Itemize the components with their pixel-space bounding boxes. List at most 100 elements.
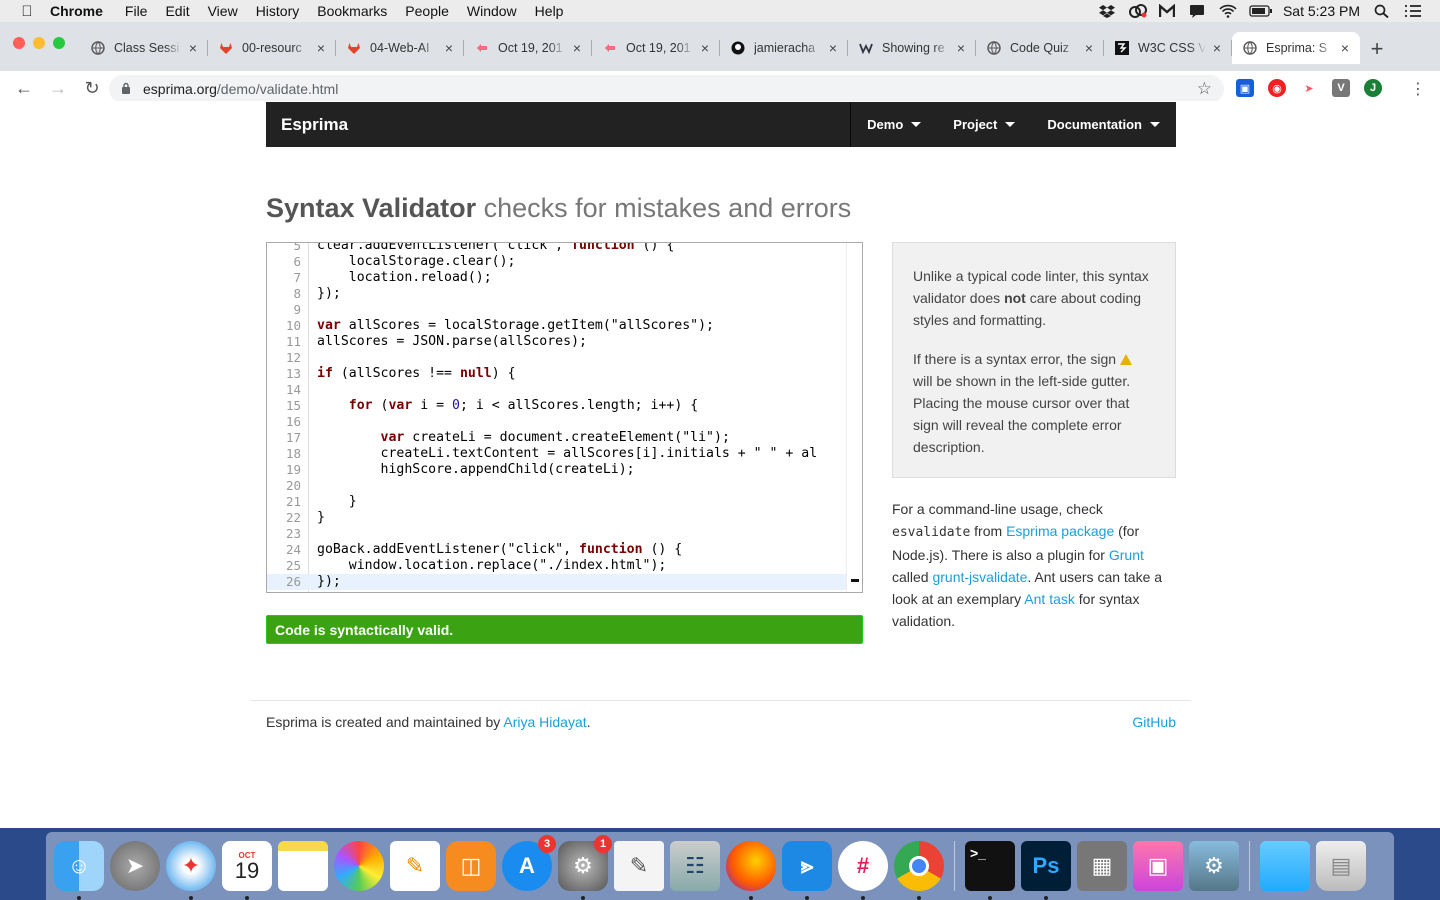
pages-icon[interactable]: ✎ <box>390 841 440 891</box>
menu-bookmarks[interactable]: Bookmarks <box>317 3 387 19</box>
nav-project[interactable]: Project <box>937 102 1031 147</box>
firefox-icon[interactable] <box>726 841 776 900</box>
back-icon[interactable]: ← <box>14 78 34 99</box>
code-line[interactable]: 6 localStorage.clear(); <box>267 254 862 270</box>
vscode-icon[interactable]: ⪢ <box>782 841 832 900</box>
close-tab-icon[interactable]: × <box>314 40 328 56</box>
battery-icon[interactable] <box>1249 4 1272 18</box>
bitwarden-icon[interactable]: ▣ <box>1236 79 1254 97</box>
image-capture-icon[interactable]: ⚙ <box>1189 841 1239 891</box>
lock-icon[interactable] <box>121 82 133 97</box>
folder-icon[interactable] <box>1260 841 1310 891</box>
browser-tab[interactable]: Oct 19, 201 × <box>592 32 720 64</box>
reload-icon[interactable]: ↻ <box>82 78 102 99</box>
books-icon[interactable]: ◫ <box>446 841 496 891</box>
browser-tab[interactable]: W3C CSS V × <box>1104 32 1232 64</box>
close-tab-icon[interactable]: × <box>442 40 456 56</box>
code-line[interactable]: 26}); <box>267 574 862 590</box>
site-brand[interactable]: Esprima <box>281 115 348 135</box>
close-window-button[interactable] <box>13 37 25 49</box>
forward-icon[interactable]: → <box>48 78 68 99</box>
code-line[interactable]: 8}); <box>267 286 862 302</box>
notification-center-icon[interactable] <box>1404 4 1421 18</box>
zoom-extension-icon[interactable]: ➤ <box>1300 79 1318 97</box>
safari-icon[interactable]: ✦ <box>166 841 216 900</box>
code-line[interactable]: 17 var createLi = document.createElement… <box>267 430 862 446</box>
code-line[interactable]: 25 window.location.replace("./index.html… <box>267 558 862 574</box>
photoshop-icon[interactable]: Ps <box>1021 841 1071 900</box>
menu-people[interactable]: People <box>405 3 449 19</box>
notes-icon[interactable] <box>278 841 328 891</box>
bookmark-star-icon[interactable]: ☆ <box>1197 79 1212 99</box>
nav-demo[interactable]: Demo <box>851 102 937 147</box>
code-line[interactable]: 5 clear.addEventListener("click", functio… <box>267 243 862 254</box>
creative-cloud-icon[interactable] <box>1128 4 1147 18</box>
spotlight-search-icon[interactable] <box>1374 4 1390 19</box>
code-line[interactable]: 11 allScores = JSON.parse(allScores); <box>267 334 862 350</box>
code-line[interactable]: 9 <box>267 302 862 318</box>
browser-tab[interactable]: Showing re × <box>848 32 976 64</box>
photos-icon[interactable] <box>334 841 384 891</box>
code-line[interactable]: 10 var allScores = localStorage.getItem("… <box>267 318 862 334</box>
vue-devtools-icon[interactable]: V <box>1332 79 1350 97</box>
scrollbar-thumb[interactable] <box>851 579 859 582</box>
trash-icon[interactable]: ▤ <box>1316 841 1366 891</box>
apple-menu-icon[interactable]:  <box>18 3 36 20</box>
code-line[interactable]: 18 createLi.textContent = allScores[i].i… <box>267 446 862 462</box>
code-line[interactable]: 20 <box>267 478 862 494</box>
browser-tab[interactable]: jamieracha × <box>720 32 848 64</box>
code-line[interactable]: 12 <box>267 350 862 366</box>
browser-tab[interactable]: Esprima: S × <box>1232 32 1360 64</box>
code-line[interactable]: 14 <box>267 382 862 398</box>
finder-icon[interactable]: ☺ <box>54 841 104 900</box>
menu-app-chrome[interactable]: Chrome <box>50 3 103 19</box>
close-tab-icon[interactable]: × <box>1082 40 1096 56</box>
zoom-window-button[interactable] <box>53 37 65 49</box>
chrome-icon[interactable] <box>894 841 944 900</box>
calendar-icon[interactable]: OCT 19 <box>222 841 272 900</box>
notification-icon[interactable] <box>1189 4 1205 18</box>
nav-documentation[interactable]: Documentation <box>1031 102 1176 147</box>
screen-sharing-icon[interactable]: ▣ <box>1133 841 1183 891</box>
menu-clock[interactable]: Sat 5:23 PM <box>1283 3 1360 19</box>
author-link[interactable]: Ariya Hidayat <box>503 714 586 730</box>
dropbox-icon[interactable] <box>1098 4 1115 18</box>
address-bar[interactable]: esprima.org/demo/validate.html ☆ <box>109 75 1224 103</box>
editor-scrollbar[interactable] <box>846 243 862 592</box>
slack-icon[interactable]: # <box>838 841 888 900</box>
code-line[interactable]: 15 for (var i = 0; i < allScores.length;… <box>267 398 862 414</box>
menu-window[interactable]: Window <box>467 3 517 19</box>
grunt-jsvalidate-link[interactable]: grunt-jsvalidate <box>932 569 1027 585</box>
m-app-icon[interactable] <box>1158 3 1176 18</box>
code-line[interactable]: 13 if (allScores !== null) { <box>267 366 862 382</box>
ublock-icon[interactable]: ◉ <box>1268 79 1286 97</box>
code-line[interactable]: 21 } <box>267 494 862 510</box>
close-tab-icon[interactable]: × <box>1338 40 1352 56</box>
browser-tab[interactable]: 04-Web-AI × <box>336 32 464 64</box>
close-tab-icon[interactable]: × <box>954 40 968 56</box>
close-tab-icon[interactable]: × <box>1210 40 1224 56</box>
browser-tab[interactable]: Class Sessi × <box>80 32 208 64</box>
system-preferences-icon[interactable]: ⚙ 1 <box>558 835 612 900</box>
calculator-icon[interactable]: ▦ <box>1077 841 1127 891</box>
close-tab-icon[interactable]: × <box>826 40 840 56</box>
new-tab-button[interactable]: + <box>1366 36 1388 62</box>
code-line[interactable]: 23 <box>267 526 862 542</box>
menu-file[interactable]: File <box>125 3 148 19</box>
esprima-package-link[interactable]: Esprima package <box>1006 523 1114 539</box>
close-tab-icon[interactable]: × <box>698 40 712 56</box>
close-tab-icon[interactable]: × <box>186 40 200 56</box>
code-line[interactable]: 22} <box>267 510 862 526</box>
chrome-menu-icon[interactable]: ⋮ <box>1410 79 1426 99</box>
launchpad-icon[interactable]: ➤ <box>110 841 160 891</box>
minimize-window-button[interactable] <box>33 37 45 49</box>
preview-icon[interactable]: ☷ <box>670 841 720 891</box>
terminal-icon[interactable]: >_ <box>965 841 1015 900</box>
app-store-icon[interactable]: A3 <box>502 835 556 891</box>
browser-tab[interactable]: Code Quiz × <box>976 32 1104 64</box>
close-tab-icon[interactable]: × <box>570 40 584 56</box>
code-editor[interactable]: 5 clear.addEventListener("click", functio… <box>266 242 863 593</box>
ant-task-link[interactable]: Ant task <box>1024 591 1075 607</box>
menu-edit[interactable]: Edit <box>165 3 189 19</box>
profile-avatar[interactable]: J <box>1364 79 1382 97</box>
